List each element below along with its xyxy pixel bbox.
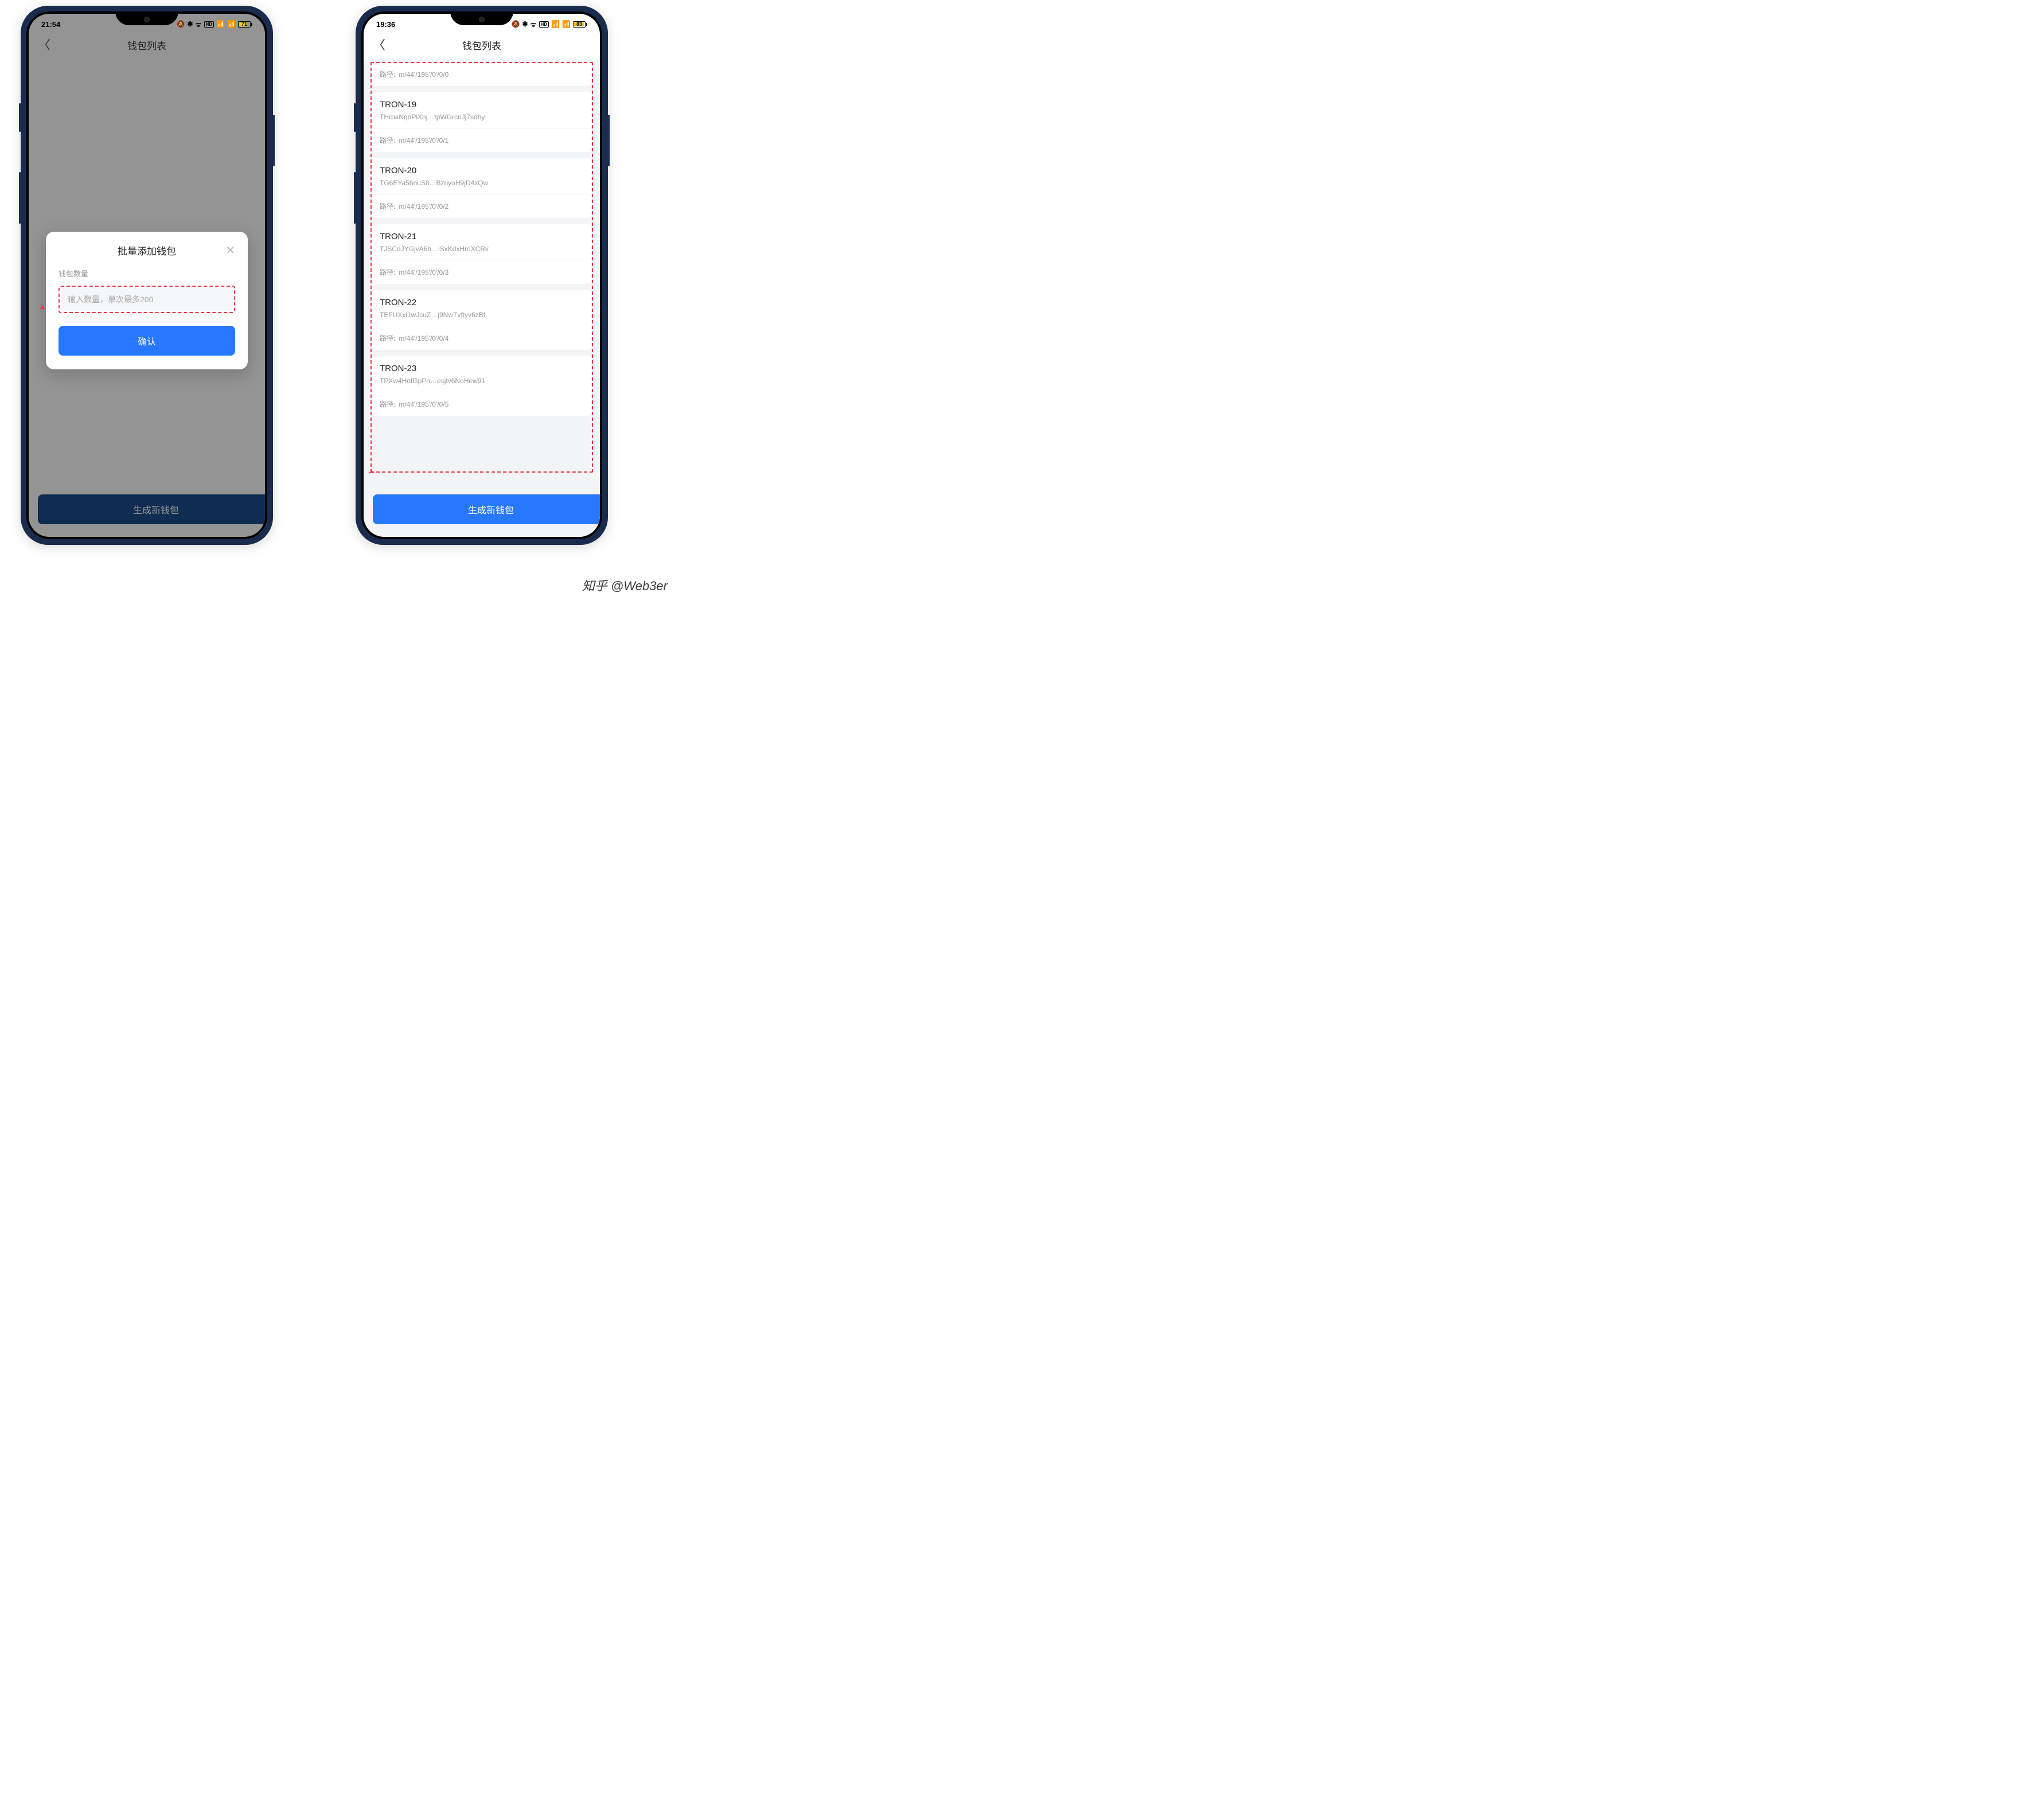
- wallet-address: TG6EYa56nuS8…BzuyoH9jD4xQw: [380, 179, 584, 187]
- hd-icon: HD: [539, 21, 549, 28]
- battery-icon: 83: [573, 21, 587, 28]
- status-icons: 🔕 ✱ ᯤ HD 📶 📶 83: [512, 20, 587, 29]
- wallet-path: 路径:m/44'/195'/0'/0/1: [372, 128, 592, 152]
- app-header: 〈 钱包列表: [364, 31, 600, 60]
- bluetooth-icon: ✱: [522, 20, 528, 28]
- wallet-name: TRON-19: [380, 100, 584, 110]
- wallet-card[interactable]: TRON-23 TPXw4HofGpPn…esjtv6NoHew91 路径:m/44…: [372, 356, 592, 416]
- signal-icon: 📶: [227, 20, 236, 28]
- generate-wallet-button[interactable]: 生成新钱包: [373, 494, 600, 524]
- signal-icon: 📶: [551, 20, 560, 28]
- wallet-path: 路径:m/44'/195'/0'/0/3: [372, 260, 592, 284]
- watermark: 知乎 @Web3er: [582, 576, 668, 594]
- mute-icon: 🔕: [177, 20, 185, 28]
- quantity-label: 钱包数量: [58, 268, 235, 279]
- wallet-card[interactable]: TRON-22 TEFUXxi1wJcuZ…j9NwTvftyv6zBf 路径:m/…: [372, 290, 592, 350]
- status-time: 19:36: [376, 20, 395, 29]
- app-header: 〈 钱包列表: [29, 31, 265, 60]
- back-icon[interactable]: 〈: [373, 39, 385, 52]
- wallet-name: TRON-21: [380, 232, 584, 241]
- wallet-path: 路径:m/44'/195'/0'/0/0: [372, 62, 592, 86]
- back-icon[interactable]: 〈: [38, 39, 50, 52]
- wallet-path: 路径:m/44'/195'/0'/0/4: [372, 326, 592, 350]
- modal-title: 批量添加钱包: [58, 243, 235, 258]
- wallet-address: TEFUXxi1wJcuZ…j9NwTvftyv6zBf: [380, 311, 584, 319]
- status-time: 21:54: [41, 20, 60, 29]
- highlight-box: [58, 286, 235, 313]
- signal-icon: 📶: [562, 20, 571, 28]
- mute-icon: 🔕: [512, 20, 520, 28]
- confirm-button[interactable]: 确认: [58, 326, 235, 356]
- bluetooth-icon: ✱: [188, 20, 193, 28]
- phone-left: 21:54 🔕 ✱ ᯤ HD 📶 📶 71 〈 钱包列表: [21, 6, 273, 545]
- wallet-card[interactable]: TRON-21 TJSCdJYGjvA6h…iSxKdxHroXCRk 路径:m/4…: [372, 224, 592, 284]
- wifi-icon: ᯤ: [196, 20, 202, 29]
- phone-right: 19:36 🔕 ✱ ᯤ HD 📶 📶 83 〈 钱包列表 路径:: [356, 6, 608, 545]
- wallet-path: 路径:m/44'/195'/0'/0/5: [372, 392, 592, 416]
- hd-icon: HD: [204, 21, 214, 28]
- wallet-card[interactable]: TRON-20 TG6EYa56nuS8…BzuyoH9jD4xQw 路径:m/44…: [372, 158, 592, 218]
- wallet-name: TRON-20: [380, 166, 584, 176]
- page-title: 钱包列表: [364, 38, 600, 52]
- wallet-path: 路径:m/44'/195'/0'/0/2: [372, 194, 592, 218]
- wallet-card[interactable]: TRON-19 THrbaNqnPiXhj…tpWGrcnJj7sdhy 路径:m/…: [372, 92, 592, 152]
- close-icon[interactable]: ✕: [225, 245, 235, 256]
- wallet-address: TJSCdJYGjvA6h…iSxKdxHroXCRk: [380, 245, 584, 253]
- wallet-card[interactable]: 路径:m/44'/195'/0'/0/0: [372, 62, 592, 86]
- quantity-input[interactable]: [61, 288, 233, 311]
- page-title: 钱包列表: [29, 38, 265, 52]
- wallet-list-container[interactable]: 路径:m/44'/195'/0'/0/0 TRON-19 THrbaNqnPiXhj…: [364, 60, 600, 537]
- wallet-address: THrbaNqnPiXhj…tpWGrcnJj7sdhy: [380, 113, 584, 121]
- signal-icon: 📶: [216, 20, 225, 28]
- wifi-icon: ᯤ: [530, 20, 537, 29]
- wallet-name: TRON-22: [380, 298, 584, 307]
- status-icons: 🔕 ✱ ᯤ HD 📶 📶 71: [177, 20, 252, 29]
- add-wallets-modal: 批量添加钱包 ✕ 钱包数量 确认: [46, 232, 248, 369]
- wallet-name: TRON-23: [380, 364, 584, 373]
- wallet-address: TPXw4HofGpPn…esjtv6NoHew91: [380, 377, 584, 385]
- battery-icon: 71: [238, 21, 252, 28]
